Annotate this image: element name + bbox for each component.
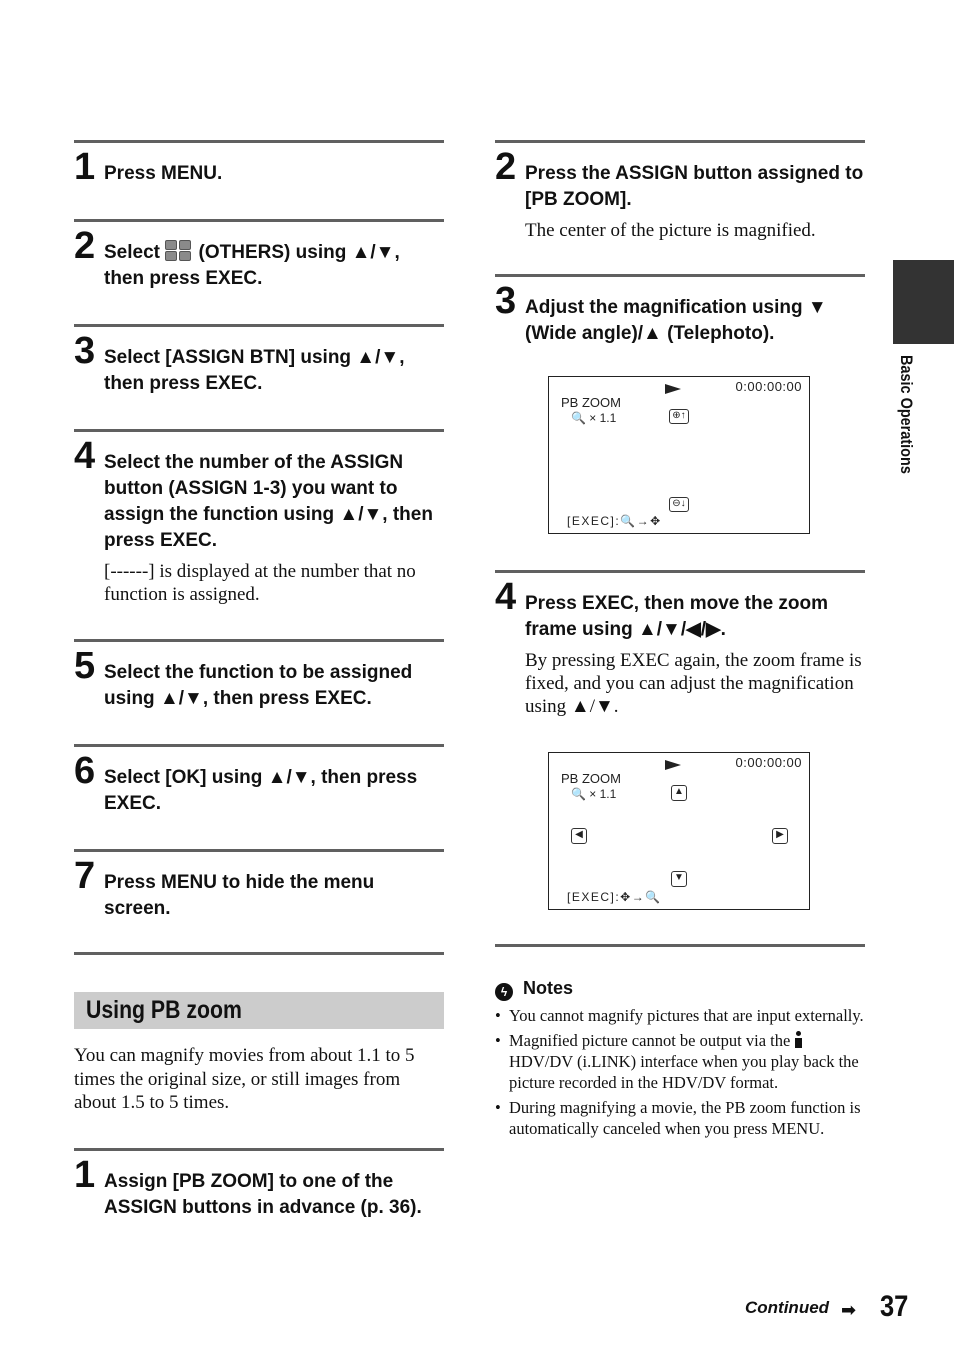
note-item: Magnified picture cannot be output via t… (495, 1030, 865, 1093)
step-7: 7 Press MENU to hide the menu screen. (74, 849, 444, 954)
step-title: Select [OK] using ▲/▼, then press EXEC. (104, 767, 418, 814)
timecode: 0:00:00:00 (735, 755, 802, 770)
step-title: Press EXEC, then move the zoom frame usi… (525, 593, 829, 640)
pb-zoom-label: PB ZOOM (561, 395, 621, 410)
page-number: 37 (880, 1290, 909, 1323)
notes-icon: ϟ (495, 983, 513, 1001)
step-number: 5 (74, 645, 96, 687)
pb-zoom-step-1: 1 Assign [PB ZOOM] to one of the ASSIGN … (74, 1148, 444, 1221)
play-icon (665, 384, 681, 394)
step-4: 4 Select the number of the ASSIGN button… (74, 429, 444, 639)
zoom-in-button[interactable]: ⊕↑ (669, 409, 689, 424)
step-title: Select the number of the ASSIGN button (… (104, 452, 433, 551)
move-left-button[interactable]: ◀ (571, 828, 587, 844)
step-3: 3 Select [ASSIGN BTN] using ▲/▼, then pr… (74, 324, 444, 429)
note-item: During magnifying a movie, the PB zoom f… (495, 1097, 865, 1139)
step-title: Press MENU. (104, 163, 223, 184)
lcd-screen-move-frame: 0:00:00:00 PB ZOOM 🔍 × 1.1 ▲ ◀ ▶ ▼ [EXEC… (548, 752, 810, 910)
divider (495, 944, 865, 947)
step-number: 7 (74, 855, 96, 897)
section-tab-label: Basic Operations (896, 355, 918, 505)
section-tab-text: Basic Operations (897, 355, 916, 474)
timecode: 0:00:00:00 (735, 379, 802, 394)
pb-zoom-step-2: 2 Press the ASSIGN button assigned to [P… (495, 140, 865, 274)
move-right-button[interactable]: ▶ (772, 828, 788, 844)
step-title: Assign [PB ZOOM] to one of the ASSIGN bu… (104, 1171, 422, 1218)
section-heading: Using PB zoom (74, 992, 444, 1029)
zoom-value: 🔍 × 1.1 (571, 787, 617, 801)
step-number: 2 (74, 225, 96, 267)
continued-arrow-icon: ➡ (841, 1300, 857, 1321)
note-text-pre: Magnified picture cannot be output via t… (509, 1031, 795, 1050)
zoom-value: 🔍 × 1.1 (571, 411, 617, 425)
step-1: 1 Press MENU. (74, 140, 444, 219)
ilink-icon (794, 1031, 804, 1049)
step-title-pre: Select (104, 242, 166, 263)
step-number: 6 (74, 750, 96, 792)
left-column: 1 Press MENU. 2 Select (OTHERS) using ▲/… (74, 140, 444, 954)
play-icon (665, 760, 681, 770)
move-up-button[interactable]: ▲ (671, 785, 687, 801)
divider (74, 952, 444, 955)
note-text-post: HDV/DV (i.LINK) interface when you play … (509, 1052, 859, 1092)
step-title: Press the ASSIGN button assigned to [PB … (525, 163, 864, 210)
section-heading-text: Using PB zoom (86, 996, 242, 1024)
others-menu-icon (165, 240, 193, 262)
step-number: 1 (74, 146, 96, 188)
step-5: 5 Select the function to be assigned usi… (74, 639, 444, 744)
exec-hint: [EXEC]:🔍→✥ (567, 514, 662, 528)
step-6: 6 Select [OK] using ▲/▼, then press EXEC… (74, 744, 444, 849)
section-intro: You can magnify movies from about 1.1 to… (74, 1045, 415, 1113)
notes-heading: ϟ Notes (495, 975, 865, 1001)
move-down-button[interactable]: ▼ (671, 871, 687, 887)
step-2: 2 Select (OTHERS) using ▲/▼, then press … (74, 219, 444, 324)
step-number: 1 (74, 1154, 96, 1196)
notes-title: Notes (523, 978, 574, 998)
step-title: Select the function to be assigned using… (104, 662, 413, 709)
step-title: Press MENU to hide the menu screen. (104, 872, 375, 919)
note-item: You cannot magnify pictures that are inp… (495, 1005, 865, 1026)
step-number: 4 (495, 576, 517, 618)
step-body: By pressing EXEC again, the zoom frame i… (525, 650, 862, 717)
step-number: 3 (74, 330, 96, 372)
step-number: 2 (495, 146, 517, 188)
step-title: Select (OTHERS) using ▲/▼, then press EX… (104, 230, 444, 292)
section-tab-marker (893, 260, 954, 344)
continued-label: Continued (745, 1298, 830, 1317)
step-title: Adjust the magnification using ▼ (Wide a… (525, 297, 827, 344)
exec-hint: [EXEC]:✥→🔍 (567, 890, 662, 904)
step-body: [------] is displayed at the number that… (104, 561, 416, 605)
zoom-out-button[interactable]: ⊖↓ (669, 497, 689, 512)
step-number: 3 (495, 280, 517, 322)
step-body: The center of the picture is magnified. (525, 220, 816, 241)
pb-zoom-step-1-container: 1 Assign [PB ZOOM] to one of the ASSIGN … (74, 1148, 444, 1221)
notes-section: ϟ Notes You cannot magnify pictures that … (495, 975, 865, 1143)
notes-list: You cannot magnify pictures that are inp… (495, 1005, 865, 1139)
pb-zoom-label: PB ZOOM (561, 771, 621, 786)
step-title: Select [ASSIGN BTN] using ▲/▼, then pres… (104, 347, 405, 394)
lcd-screen-magnification: 0:00:00:00 PB ZOOM 🔍 × 1.1 ⊕↑ ⊖↓ [EXEC]:… (548, 376, 810, 534)
step-number: 4 (74, 435, 96, 477)
